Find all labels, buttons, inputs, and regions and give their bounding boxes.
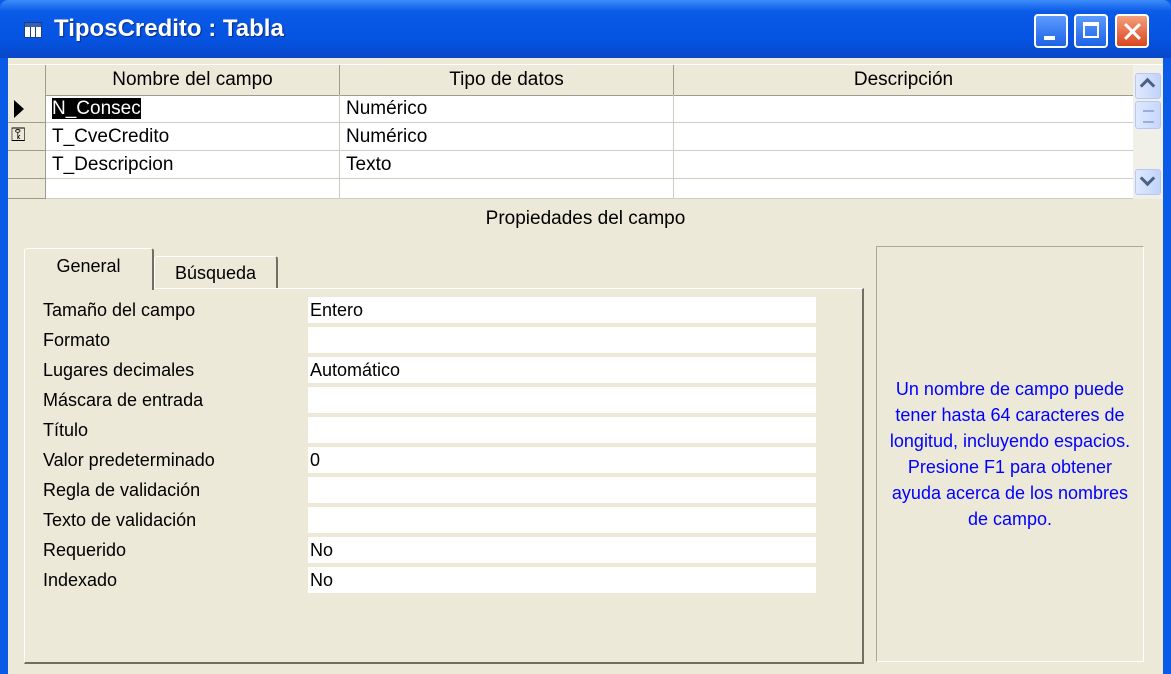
field-name-cell[interactable] (46, 179, 340, 199)
column-header-data-type[interactable]: Tipo de datos (340, 65, 674, 95)
window-client-area: Nombre del campo Tipo de datos Descripci… (8, 58, 1163, 674)
property-row[interactable]: Indexado No (43, 565, 833, 595)
data-type-cell[interactable]: Texto (340, 151, 674, 179)
property-row[interactable]: Lugares decimales Automático (43, 355, 833, 385)
row-selector[interactable] (8, 151, 46, 179)
table-row[interactable] (8, 179, 1133, 199)
property-label: Formato (43, 330, 111, 350)
title-bar[interactable]: TiposCredito : Tabla (0, 0, 1171, 58)
table-row[interactable]: T_Descripcion Texto (8, 151, 1133, 179)
property-label: Texto de validación (43, 510, 197, 530)
column-header-description[interactable]: Descripción (674, 65, 1133, 95)
table-row[interactable]: N_Consec Numérico (8, 95, 1133, 123)
property-row[interactable]: Título (43, 415, 833, 445)
property-label: Máscara de entrada (43, 390, 204, 410)
property-value[interactable] (308, 477, 816, 503)
row-selector[interactable] (8, 95, 46, 123)
field-name-cell[interactable]: T_Descripcion (46, 151, 340, 179)
data-type-cell[interactable]: Numérico (340, 123, 674, 151)
field-design-grid: Nombre del campo Tipo de datos Descripci… (8, 64, 1163, 199)
property-value[interactable] (308, 507, 816, 533)
help-text: Un nombre de campo puede tener hasta 64 … (889, 379, 1131, 529)
property-value[interactable] (308, 417, 816, 443)
description-cell[interactable] (674, 95, 1133, 123)
property-value[interactable]: No (308, 537, 816, 563)
property-value[interactable]: No (308, 567, 816, 593)
property-row[interactable]: Regla de validación (43, 475, 833, 505)
property-row[interactable]: Tamaño del campo Entero (43, 295, 833, 325)
header-selector-cell (8, 65, 46, 95)
primary-key-icon: ⚿ (11, 125, 26, 146)
property-label: Valor predeterminado (43, 450, 215, 470)
property-label: Requerido (43, 540, 127, 560)
minimize-button[interactable] (1034, 14, 1068, 48)
property-row[interactable]: Máscara de entrada (43, 385, 833, 415)
tab-general[interactable]: General (24, 248, 154, 290)
field-name-cell[interactable]: N_Consec (46, 95, 340, 123)
scroll-thumb[interactable] (1135, 101, 1161, 129)
property-row[interactable]: Valor predeterminado 0 (43, 445, 833, 475)
column-header-field-name[interactable]: Nombre del campo (46, 65, 340, 95)
property-label: Regla de validación (43, 480, 201, 500)
property-label: Tamaño del campo (43, 300, 196, 320)
table-icon (24, 22, 42, 38)
general-tab-panel: Tamaño del campo Entero Formato Lugares … (24, 288, 864, 664)
property-value[interactable]: 0 (308, 447, 816, 473)
property-row[interactable]: Texto de validación (43, 505, 833, 535)
property-value[interactable] (308, 387, 816, 413)
field-properties-title: Propiedades del campo (485, 208, 686, 229)
property-label: Indexado (43, 570, 118, 590)
property-label: Título (43, 420, 89, 440)
grid-header: Nombre del campo Tipo de datos Descripci… (8, 65, 1133, 96)
data-type-cell[interactable] (340, 179, 674, 199)
property-value[interactable]: Entero (308, 297, 816, 323)
property-value[interactable] (308, 327, 816, 353)
property-row[interactable]: Formato (43, 325, 833, 355)
table-row[interactable]: ⚿ T_CveCredito Numérico (8, 123, 1133, 151)
scroll-up-button[interactable] (1135, 73, 1161, 99)
property-row[interactable]: Requerido No (43, 535, 833, 565)
property-value[interactable]: Automático (308, 357, 816, 383)
field-properties-area: General Búsqueda Tamaño del campo Entero… (8, 238, 1163, 674)
description-cell[interactable] (674, 179, 1133, 199)
data-type-cell[interactable]: Numérico (340, 95, 674, 123)
row-selector[interactable] (8, 179, 46, 199)
window-title: TiposCredito : Tabla (54, 15, 284, 42)
property-label: Lugares decimales (43, 360, 195, 380)
close-button[interactable] (1115, 14, 1149, 48)
field-name-text[interactable]: N_Consec (52, 98, 141, 119)
current-row-arrow-icon (14, 100, 24, 118)
description-cell[interactable] (674, 151, 1133, 179)
field-name-cell[interactable]: T_CveCredito (46, 123, 340, 151)
maximize-button[interactable] (1074, 14, 1108, 48)
help-panel: Un nombre de campo puede tener hasta 64 … (876, 246, 1144, 662)
row-selector[interactable]: ⚿ (8, 123, 46, 151)
vertical-scrollbar[interactable] (1133, 65, 1163, 199)
scroll-down-button[interactable] (1135, 169, 1161, 195)
description-cell[interactable] (674, 123, 1133, 151)
access-table-design-window: TiposCredito : Tabla Nombre del campo Ti… (0, 0, 1171, 674)
tab-busqueda[interactable]: Búsqueda (154, 256, 278, 290)
